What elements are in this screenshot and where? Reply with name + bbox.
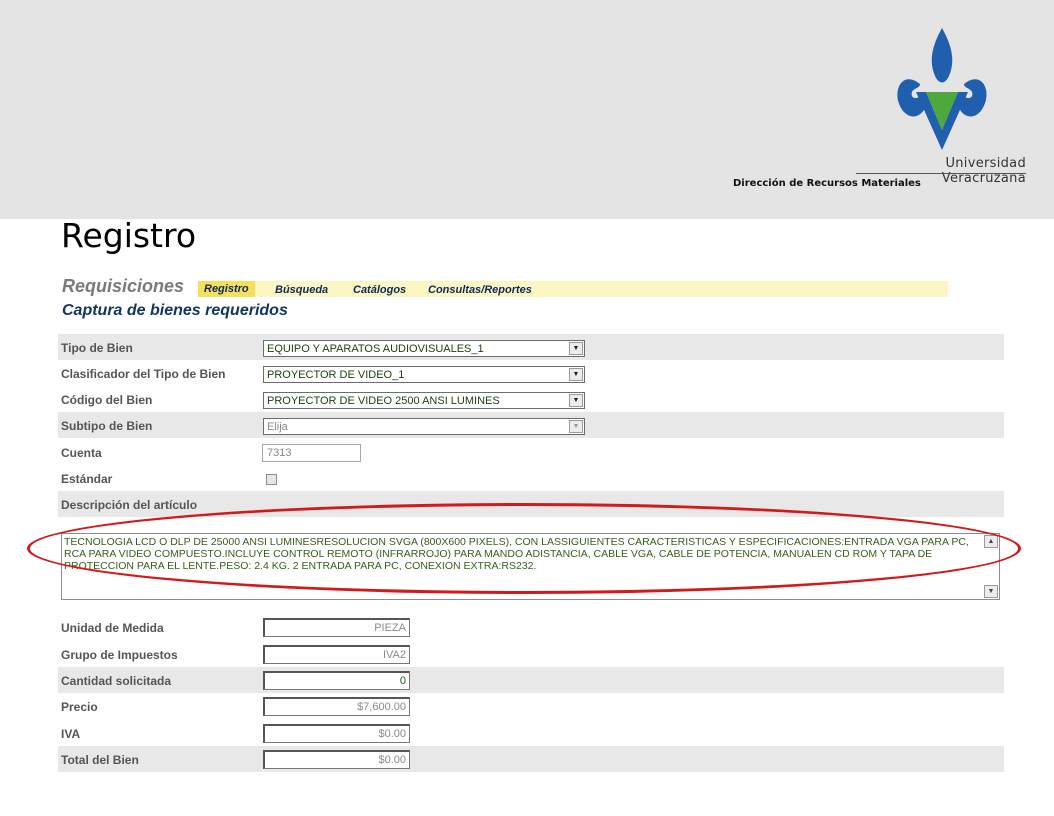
tipo-bien-select[interactable]: EQUIPO Y APARATOS AUDIOVISUALES_1 ▼ xyxy=(263,340,585,357)
subtipo-value: Elija xyxy=(267,421,288,433)
tipo-bien-label: Tipo de Bien xyxy=(61,341,133,355)
codigo-label: Código del Bien xyxy=(61,393,153,407)
descripcion-textarea[interactable]: TECNOLOGIA LCD O DLP DE 25000 ANSI LUMIN… xyxy=(61,533,1000,600)
row-tipo-bien: Tipo de Bien EQUIPO Y APARATOS AUDIOVISU… xyxy=(58,334,1004,360)
row-unidad: Unidad de Medida PIEZA xyxy=(58,614,1004,640)
cuenta-field[interactable]: 7313 xyxy=(262,444,361,462)
chevron-down-icon[interactable]: ▼ xyxy=(569,420,583,433)
row-descripcion: Descripción del artículo xyxy=(58,491,1004,517)
impuestos-label: Grupo de Impuestos xyxy=(61,648,178,662)
module-title: Requisiciones xyxy=(62,276,185,296)
page-title: Captura de bienes requeridos xyxy=(62,302,288,319)
menu-item-consultas-reportes[interactable]: Consultas/Reportes xyxy=(428,284,532,296)
codigo-select[interactable]: PROYECTOR DE VIDEO 2500 ANSI LUMINES ▼ xyxy=(263,392,585,409)
clasificador-select[interactable]: PROYECTOR DE VIDEO_1 ▼ xyxy=(263,366,585,383)
descripcion-label: Descripción del artículo xyxy=(61,498,198,512)
estandar-label: Estándar xyxy=(61,472,113,486)
tipo-bien-value: EQUIPO Y APARATOS AUDIOVISUALES_1 xyxy=(267,343,484,355)
unidad-value: PIEZA xyxy=(374,622,406,634)
total-value: $0.00 xyxy=(378,754,406,766)
chevron-down-icon[interactable]: ▼ xyxy=(569,368,583,381)
scroll-down-icon[interactable]: ▼ xyxy=(984,585,998,598)
cantidad-field[interactable]: 0 xyxy=(263,671,410,690)
impuestos-value: IVA2 xyxy=(382,649,406,661)
total-label: Total del Bien xyxy=(61,753,139,767)
iva-value: $0.00 xyxy=(378,728,406,740)
clasificador-label: Clasificador del Tipo de Bien xyxy=(61,367,226,381)
subtipo-label: Subtipo de Bien xyxy=(61,419,153,433)
row-estandar: Estándar xyxy=(58,465,1004,491)
estandar-checkbox[interactable] xyxy=(266,474,277,485)
row-codigo: Código del Bien PROYECTOR DE VIDEO 2500 … xyxy=(58,386,1004,412)
row-cuenta: Cuenta 7313 xyxy=(58,439,1004,465)
menu-item-registro[interactable]: Registro xyxy=(198,281,255,297)
unidad-label: Unidad de Medida xyxy=(61,621,164,635)
precio-field[interactable]: $7,600.00 xyxy=(263,697,410,716)
menu-bar: Registro Búsqueda Catálogos Consultas/Re… xyxy=(198,281,948,297)
unidad-field[interactable]: PIEZA xyxy=(263,618,410,637)
impuestos-field[interactable]: IVA2 xyxy=(263,645,410,664)
precio-label: Precio xyxy=(61,700,98,714)
codigo-value: PROYECTOR DE VIDEO 2500 ANSI LUMINES xyxy=(267,395,500,407)
iva-field[interactable]: $0.00 xyxy=(263,724,410,743)
subtipo-select[interactable]: Elija ▼ xyxy=(263,418,585,435)
row-cantidad: Cantidad solicitada 0 xyxy=(58,667,1004,693)
row-clasificador: Clasificador del Tipo de Bien PROYECTOR … xyxy=(58,360,1004,386)
iva-label: IVA xyxy=(61,727,81,741)
university-logo-icon xyxy=(897,28,987,150)
slide-title: Registro xyxy=(61,216,197,255)
menu-item-catalogos[interactable]: Catálogos xyxy=(353,284,406,296)
cantidad-value: 0 xyxy=(399,675,406,687)
menu-item-busqueda[interactable]: Búsqueda xyxy=(275,284,328,296)
cuenta-label: Cuenta xyxy=(61,446,102,460)
cuenta-value: 7313 xyxy=(267,447,292,459)
scroll-up-icon[interactable]: ▲ xyxy=(984,535,998,548)
header-banner: Universidad Veracruzana Dirección de Rec… xyxy=(0,0,1054,219)
descripcion-text: TECNOLOGIA LCD O DLP DE 25000 ANSI LUMIN… xyxy=(64,536,969,572)
row-total: Total del Bien $0.00 xyxy=(58,746,1004,772)
row-iva: IVA $0.00 xyxy=(58,720,1004,746)
chevron-down-icon[interactable]: ▼ xyxy=(569,394,583,407)
row-impuestos: Grupo de Impuestos IVA2 xyxy=(58,641,1004,667)
total-field[interactable]: $0.00 xyxy=(263,750,410,769)
cantidad-label: Cantidad solicitada xyxy=(61,674,172,688)
row-precio: Precio $7,600.00 xyxy=(58,693,1004,719)
divider xyxy=(856,173,1026,174)
precio-value: $7,600.00 xyxy=(357,701,406,713)
department-name: Dirección de Recursos Materiales xyxy=(733,178,921,189)
row-subtipo: Subtipo de Bien Elija ▼ xyxy=(58,412,1004,438)
clasificador-value: PROYECTOR DE VIDEO_1 xyxy=(267,369,405,381)
chevron-down-icon[interactable]: ▼ xyxy=(569,342,583,355)
